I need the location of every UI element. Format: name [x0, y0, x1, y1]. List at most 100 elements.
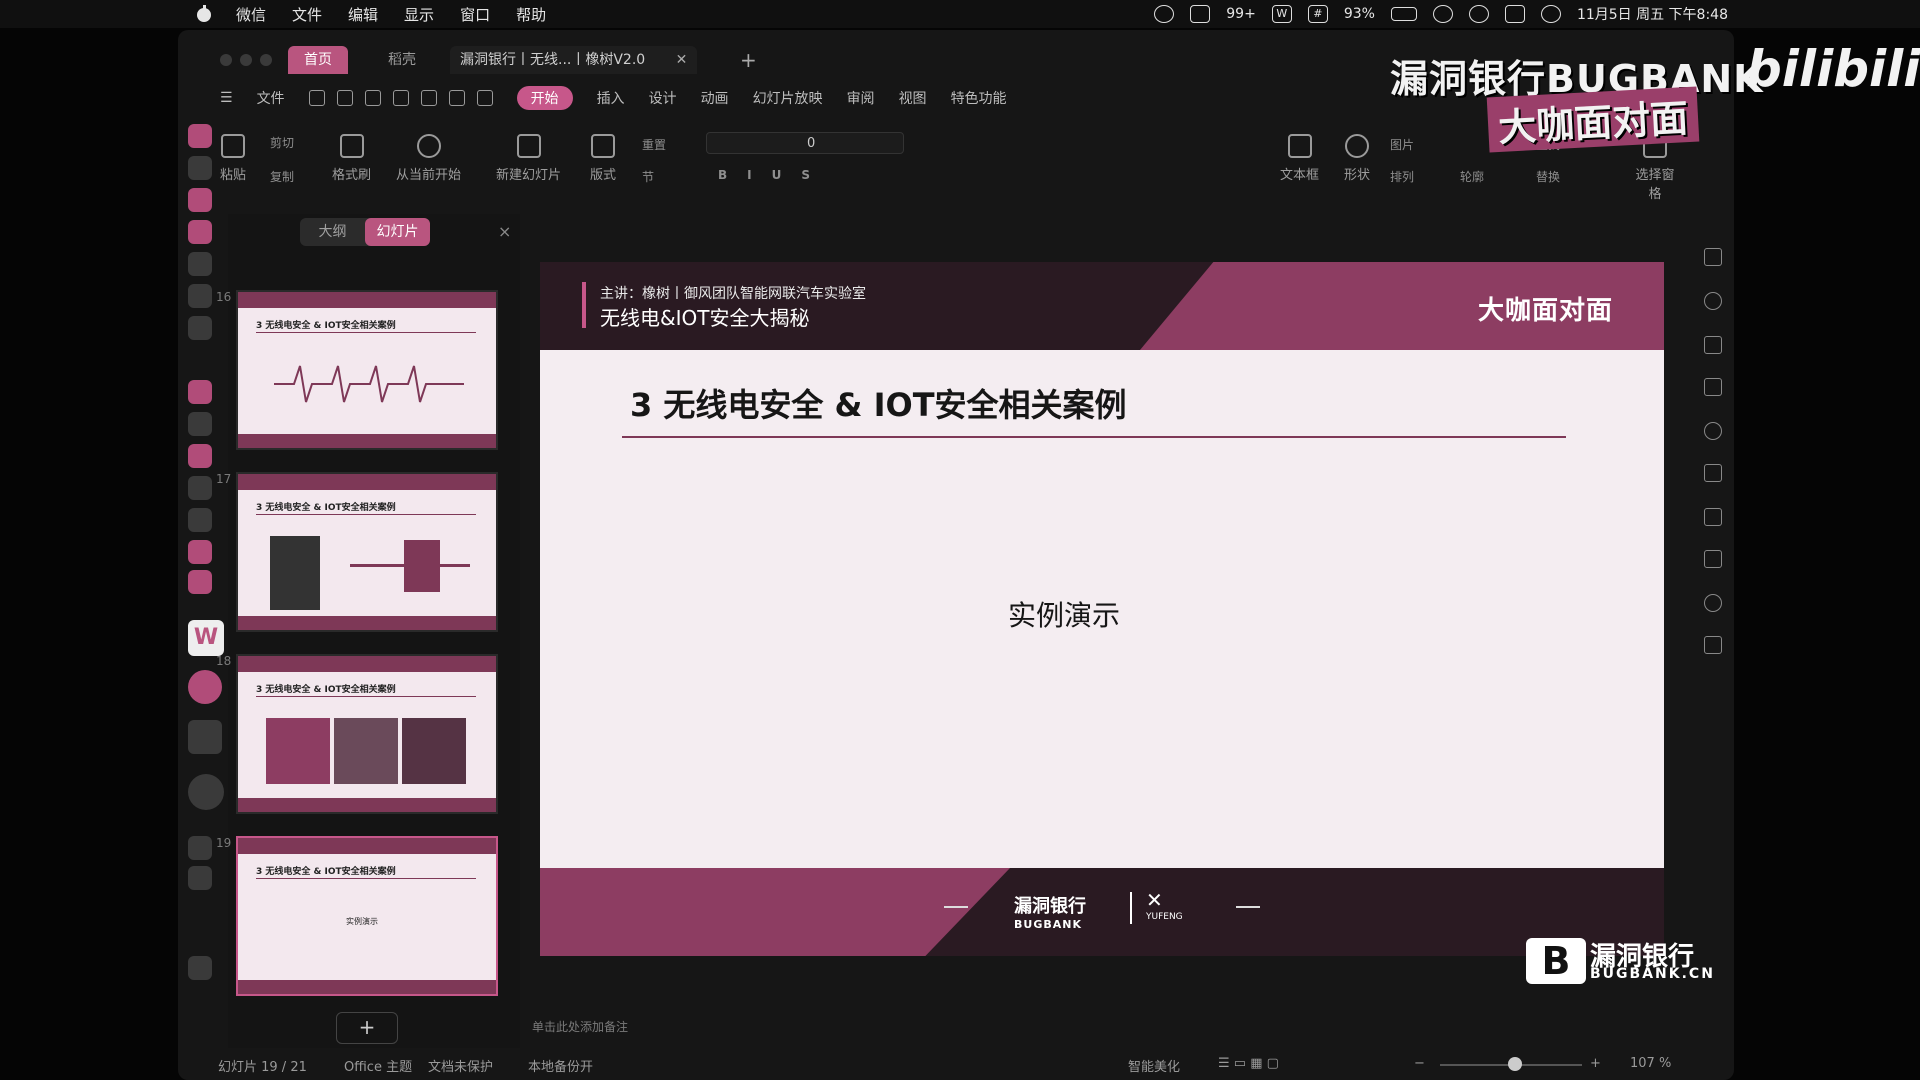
text-box-button[interactable]: 文本框: [1280, 134, 1319, 183]
apple-icon[interactable]: [194, 4, 214, 24]
dock-app-icon[interactable]: [188, 316, 212, 340]
menu-edit[interactable]: 编辑: [348, 4, 378, 25]
dock-app-icon[interactable]: [188, 252, 212, 276]
protect-status[interactable]: 文档未保护: [428, 1056, 493, 1075]
preview-icon[interactable]: [420, 90, 437, 106]
redo-icon[interactable]: [476, 90, 493, 106]
sidebar-shape-icon[interactable]: [1704, 292, 1722, 310]
tab-document[interactable]: 漏洞银行丨无线...丨橡树V2.0 ✕: [450, 46, 698, 74]
sidebar-fill-icon[interactable]: [1704, 336, 1722, 354]
sidebar-copy-icon[interactable]: [1704, 464, 1722, 482]
tab-outline[interactable]: 大纲: [300, 218, 365, 246]
zoom-window-button[interactable]: [260, 54, 272, 66]
menu-wechat[interactable]: 微信: [236, 4, 266, 25]
search-icon[interactable]: [1468, 5, 1489, 23]
menu-help[interactable]: 帮助: [516, 4, 546, 25]
file-menu[interactable]: 文件: [257, 88, 285, 108]
beautify-button[interactable]: 智能美化: [1128, 1056, 1180, 1075]
zoom-out-icon[interactable]: −: [1414, 1056, 1425, 1071]
dock-app-icon[interactable]: [188, 188, 212, 212]
close-tab-icon[interactable]: ✕: [676, 52, 688, 68]
zoom-level[interactable]: 107 %: [1630, 1056, 1671, 1071]
zoom-slider-knob[interactable]: [1508, 1057, 1522, 1071]
ribbon-tab-animation[interactable]: 动画: [701, 88, 729, 108]
activity-dock-icon[interactable]: [188, 720, 222, 754]
text-format-buttons[interactable]: BIUS: [718, 168, 830, 182]
slide-title[interactable]: 3 无线电安全 & IOT安全相关案例: [630, 380, 1127, 426]
wechat-icon[interactable]: [1190, 5, 1211, 23]
ribbon-tab-slideshow[interactable]: 幻灯片放映: [753, 88, 823, 108]
save-icon[interactable]: [336, 90, 353, 106]
view-mode-icons[interactable]: ☰ ▭ ▦ ▢: [1218, 1056, 1279, 1071]
slide-thumbnail-19[interactable]: 3 无线电安全 & IOT安全相关案例 实例演示: [236, 836, 498, 996]
wechat-dock-icon[interactable]: [188, 670, 222, 704]
format-icon[interactable]: [364, 90, 381, 106]
dock-app-icon[interactable]: [188, 540, 212, 564]
trash-icon[interactable]: [188, 956, 212, 980]
slide-thumbnail-16[interactable]: 3 无线电安全 & IOT安全相关案例: [236, 290, 498, 450]
backup-status[interactable]: 本地备份开: [528, 1056, 593, 1075]
dock-app-icon[interactable]: [188, 570, 212, 594]
menu-window[interactable]: 窗口: [460, 4, 490, 25]
sidebar-image-icon[interactable]: [1704, 636, 1722, 654]
wps-icon[interactable]: W: [1271, 5, 1292, 23]
grid-icon[interactable]: #: [1307, 5, 1328, 23]
dock-app-icon[interactable]: [188, 220, 212, 244]
dock-app-icon[interactable]: [188, 124, 212, 148]
cut-button[interactable]: 剪切: [270, 134, 294, 151]
dock-app-icon[interactable]: [188, 866, 212, 890]
undo-icon[interactable]: [448, 90, 465, 106]
control-center-icon[interactable]: [1504, 5, 1525, 23]
slide-body-text[interactable]: 实例演示: [1008, 594, 1120, 634]
dock-app-icon[interactable]: [188, 444, 212, 468]
font-size-field[interactable]: 0: [706, 132, 904, 154]
add-slide-button[interactable]: +: [336, 1012, 398, 1044]
slide-thumbnail-17[interactable]: 3 无线电安全 & IOT安全相关案例: [236, 472, 498, 632]
outline-button[interactable]: 轮廓: [1460, 168, 1484, 185]
link-icon[interactable]: [1432, 5, 1453, 23]
ribbon-tab-review[interactable]: 审阅: [847, 88, 875, 108]
shape-button[interactable]: 形状: [1344, 134, 1370, 183]
dock-app-icon[interactable]: [188, 284, 212, 308]
reset-button[interactable]: 重置: [642, 136, 666, 153]
ribbon-tab-home[interactable]: 开始: [516, 86, 573, 110]
menu-file[interactable]: 文件: [292, 4, 322, 25]
theme-name[interactable]: Office 主题: [344, 1056, 412, 1075]
battery-icon[interactable]: [1390, 7, 1417, 21]
close-panel-icon[interactable]: ×: [498, 222, 511, 241]
sidebar-style-icon[interactable]: [1704, 248, 1722, 266]
dock-app-icon[interactable]: [188, 836, 212, 860]
tab-slides[interactable]: 幻灯片: [365, 218, 430, 246]
wps-dock-icon[interactable]: W: [188, 620, 224, 656]
minimize-window-button[interactable]: [240, 54, 252, 66]
dock-app-icon[interactable]: [188, 412, 212, 436]
copy-button[interactable]: 复制: [270, 168, 294, 185]
paste-button[interactable]: 粘贴: [220, 134, 246, 183]
dock-app-icon[interactable]: [188, 156, 212, 180]
sidebar-star-icon[interactable]: [1704, 508, 1722, 526]
arrange-button[interactable]: 排列: [1390, 168, 1414, 185]
print-icon[interactable]: [392, 90, 409, 106]
ribbon-tab-design[interactable]: 设计: [649, 88, 677, 108]
ribbon-tab-insert[interactable]: 插入: [597, 88, 625, 108]
sidebar-shield-icon[interactable]: [1704, 422, 1722, 440]
ribbon-tab-view[interactable]: 视图: [899, 88, 927, 108]
picture-button[interactable]: 图片: [1390, 136, 1414, 153]
dock-app-icon[interactable]: [188, 508, 212, 532]
dock-app-icon[interactable]: [188, 380, 212, 404]
layout-button[interactable]: 版式: [590, 134, 616, 183]
obs-dock-icon[interactable]: [188, 774, 224, 810]
sidebar-history-icon[interactable]: [1704, 594, 1722, 612]
format-painter-button[interactable]: 格式刷: [332, 134, 371, 183]
close-window-button[interactable]: [220, 54, 232, 66]
sidebar-chart-icon[interactable]: [1704, 378, 1722, 396]
tab-docer[interactable]: 稻壳: [378, 46, 426, 74]
new-slide-button[interactable]: 新建幻灯片: [496, 134, 561, 183]
sync-icon[interactable]: [1154, 5, 1175, 23]
zoom-in-icon[interactable]: +: [1590, 1056, 1601, 1071]
menu-view[interactable]: 显示: [404, 4, 434, 25]
dock-app-icon[interactable]: [188, 476, 212, 500]
clock[interactable]: 11月5日 周五 下午8:48: [1577, 4, 1728, 24]
tab-home[interactable]: 首页: [288, 46, 348, 74]
replace-button[interactable]: 替换: [1536, 168, 1560, 185]
